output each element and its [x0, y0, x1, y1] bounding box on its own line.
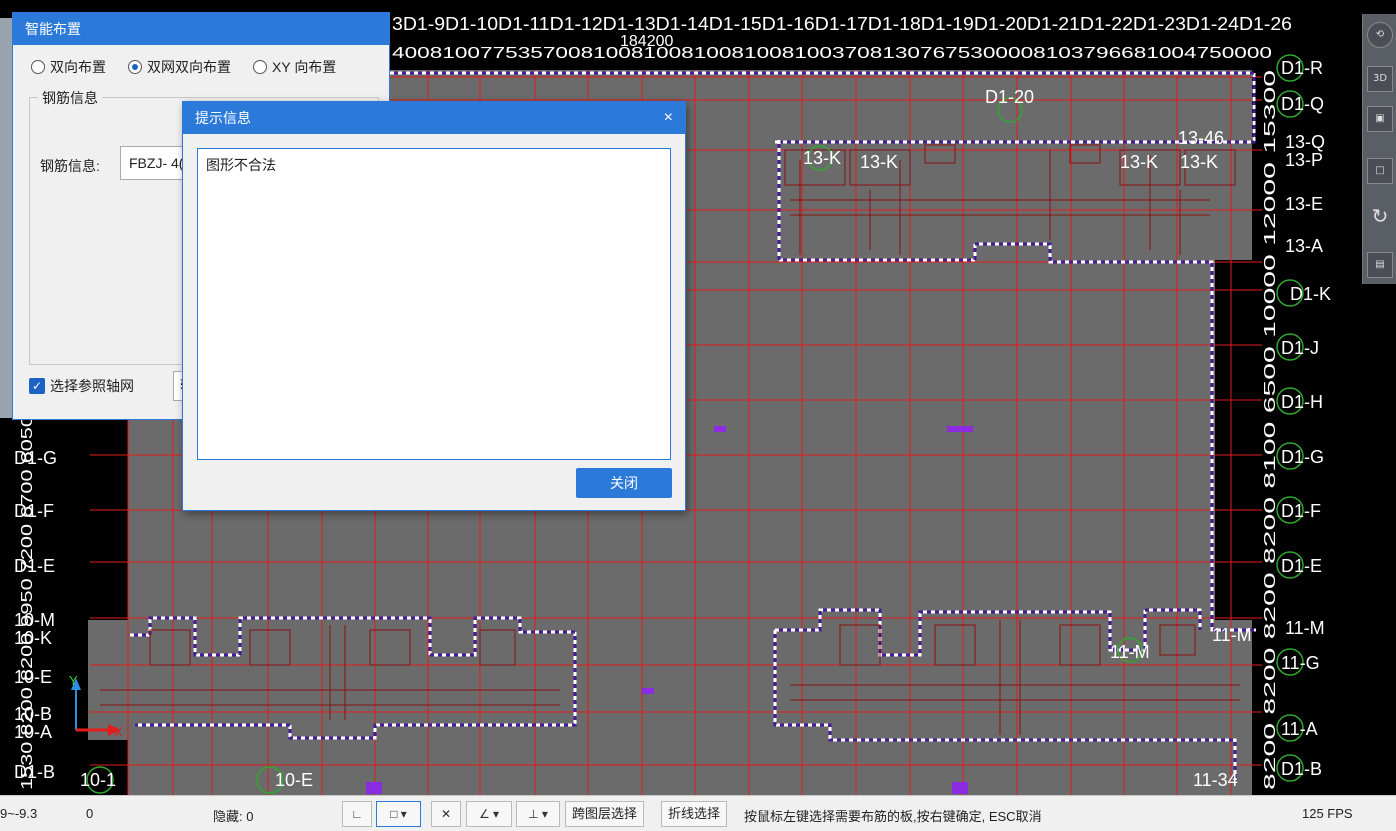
- view-toolbar: ⟲ 3D ▣ □ ↻ ▤: [1362, 14, 1396, 284]
- offset-dropdown-icon[interactable]: ⊥ ▾: [516, 801, 560, 827]
- status-fps: 125 FPS: [1302, 806, 1353, 821]
- close-icon[interactable]: ×: [664, 102, 673, 134]
- marker-2: [947, 426, 973, 432]
- checkbox-checked-icon: ✓: [29, 378, 45, 394]
- radio-label: 双向布置: [50, 59, 106, 75]
- message-dialog-title: 提示信息: [195, 110, 251, 126]
- axis-label-right: D1-J: [1281, 338, 1319, 358]
- inner-label: 13-K: [803, 148, 841, 168]
- inner-label: 10-1: [80, 770, 116, 790]
- cube-wire-icon[interactable]: □: [1367, 158, 1393, 184]
- layout-mode-options: 双向布置 双网双向布置 XY 向布置: [31, 57, 336, 77]
- inner-label: 10-E: [275, 770, 313, 790]
- left-dims: 1530 8200 8200 9950 7200 6700 6050: [19, 415, 36, 790]
- inner-label: 13-K: [860, 152, 898, 172]
- rebar-group-title: 钢筋信息: [38, 88, 102, 108]
- axis-label-right: D1-E: [1281, 556, 1322, 576]
- inner-label: 13-46: [1178, 128, 1224, 148]
- polyline-select-button[interactable]: 折线选择: [661, 801, 728, 827]
- axis-label-right: 11-G: [1281, 653, 1320, 673]
- cross-layer-select-button[interactable]: 跨图层选择: [565, 801, 645, 827]
- status-hint: 按鼠标左键选择需要布筋的板,按右键确定, ESC取消: [744, 809, 1042, 824]
- radio-double-net-bidirectional[interactable]: 双网双向布置: [128, 57, 231, 77]
- 3d-view-button[interactable]: 3D: [1367, 66, 1393, 92]
- layer-panel-icon[interactable]: ▤: [1367, 252, 1393, 278]
- rebar-info-label: 钢筋信息:: [40, 158, 100, 174]
- cube-view-icon[interactable]: ▣: [1367, 106, 1393, 132]
- top-axis-labels: 3D1-9D1-10D1-11D1-12D1-13D1-14D1-15D1-16…: [392, 14, 1292, 34]
- axis-label-right: D1-F: [1281, 501, 1321, 521]
- axis-label-right: 13-Q: [1285, 132, 1325, 152]
- slab-bottom-left: [88, 620, 575, 740]
- marker-3: [642, 688, 654, 694]
- axis-label-right: D1-R: [1281, 58, 1323, 78]
- inner-label: 11-M: [1212, 625, 1252, 645]
- inner-label: D1-20: [985, 87, 1034, 107]
- rotate-icon[interactable]: ↻: [1367, 204, 1393, 230]
- axis-label-right: D1-B: [1281, 759, 1322, 779]
- right-dim-text: 8200 8200 8200 8200 8100 6500 10000 1200…: [1262, 70, 1279, 790]
- marker-1: [714, 426, 726, 432]
- panel-edge-strip: [0, 18, 12, 418]
- axis-label-right: 11-M: [1285, 618, 1325, 638]
- marker-5: [952, 782, 968, 794]
- radio-xy[interactable]: XY 向布置: [253, 57, 336, 77]
- status-bar: 9~-9.3 0 隐藏: 0 ∟ □ ▾ ✕ ∠ ▾ ⊥ ▾ 跨图层选择 折线选…: [0, 795, 1396, 831]
- ref-axis-checkbox[interactable]: ✓ 选择参照轴网: [29, 376, 134, 396]
- inner-label: 11-M: [1110, 642, 1150, 662]
- ucs-x-label: X: [114, 724, 123, 739]
- radio-circle-icon: [31, 60, 45, 74]
- marker-4: [366, 782, 382, 794]
- inner-label: 13-K: [1180, 152, 1218, 172]
- axis-label-right: 11-A: [1281, 719, 1318, 739]
- message-text: 图形不合法: [206, 157, 276, 173]
- axis-label-right: 13-P: [1285, 150, 1323, 170]
- inner-label: 13-K: [1120, 152, 1158, 172]
- axis-label-right: 13-E: [1285, 194, 1323, 214]
- cross-icon[interactable]: ✕: [431, 801, 461, 827]
- close-button[interactable]: 关闭: [576, 468, 672, 498]
- radio-circle-icon: [253, 60, 267, 74]
- orbit-icon[interactable]: ⟲: [1367, 22, 1393, 48]
- inner-label: 11-34: [1193, 770, 1238, 790]
- snap-dropdown-icon[interactable]: □ ▾: [376, 801, 421, 827]
- smart-layout-title: 智能布置: [13, 13, 389, 45]
- ortho-icon[interactable]: ∟: [342, 801, 372, 827]
- message-dialog: 提示信息 × 图形不合法 关闭: [182, 101, 686, 511]
- axis-label-right: 13-A: [1285, 236, 1323, 256]
- top-dim-labels: 4008100775357008100810081008100810037081…: [392, 45, 1272, 62]
- ref-axis-label: 选择参照轴网: [50, 378, 134, 394]
- radio-selected-icon: [128, 60, 142, 74]
- radio-label: 双网双向布置: [147, 59, 231, 75]
- ucs-y-label: Y: [69, 673, 78, 688]
- right-axis-labels: D1-R D1-Q 13-Q 13-P 13-E 13-A D1-K D1-J …: [1281, 58, 1331, 779]
- status-hidden: 隐藏: 0: [213, 809, 254, 824]
- message-dialog-title-bar: 提示信息 ×: [183, 102, 685, 134]
- status-count: 0: [86, 806, 94, 821]
- axis-label-right: D1-H: [1281, 392, 1323, 412]
- status-coord: 9~-9.3: [0, 806, 38, 821]
- axis-label-right: D1-K: [1290, 284, 1331, 304]
- radio-label: XY 向布置: [272, 59, 337, 75]
- message-text-area[interactable]: 图形不合法: [197, 148, 671, 460]
- axis-label-right: D1-Q: [1281, 94, 1324, 114]
- top-total-dim: 184200: [620, 33, 673, 50]
- angle-dropdown-icon[interactable]: ∠ ▾: [466, 801, 512, 827]
- axis-label-right: D1-G: [1281, 447, 1324, 467]
- radio-bidirectional[interactable]: 双向布置: [31, 57, 106, 77]
